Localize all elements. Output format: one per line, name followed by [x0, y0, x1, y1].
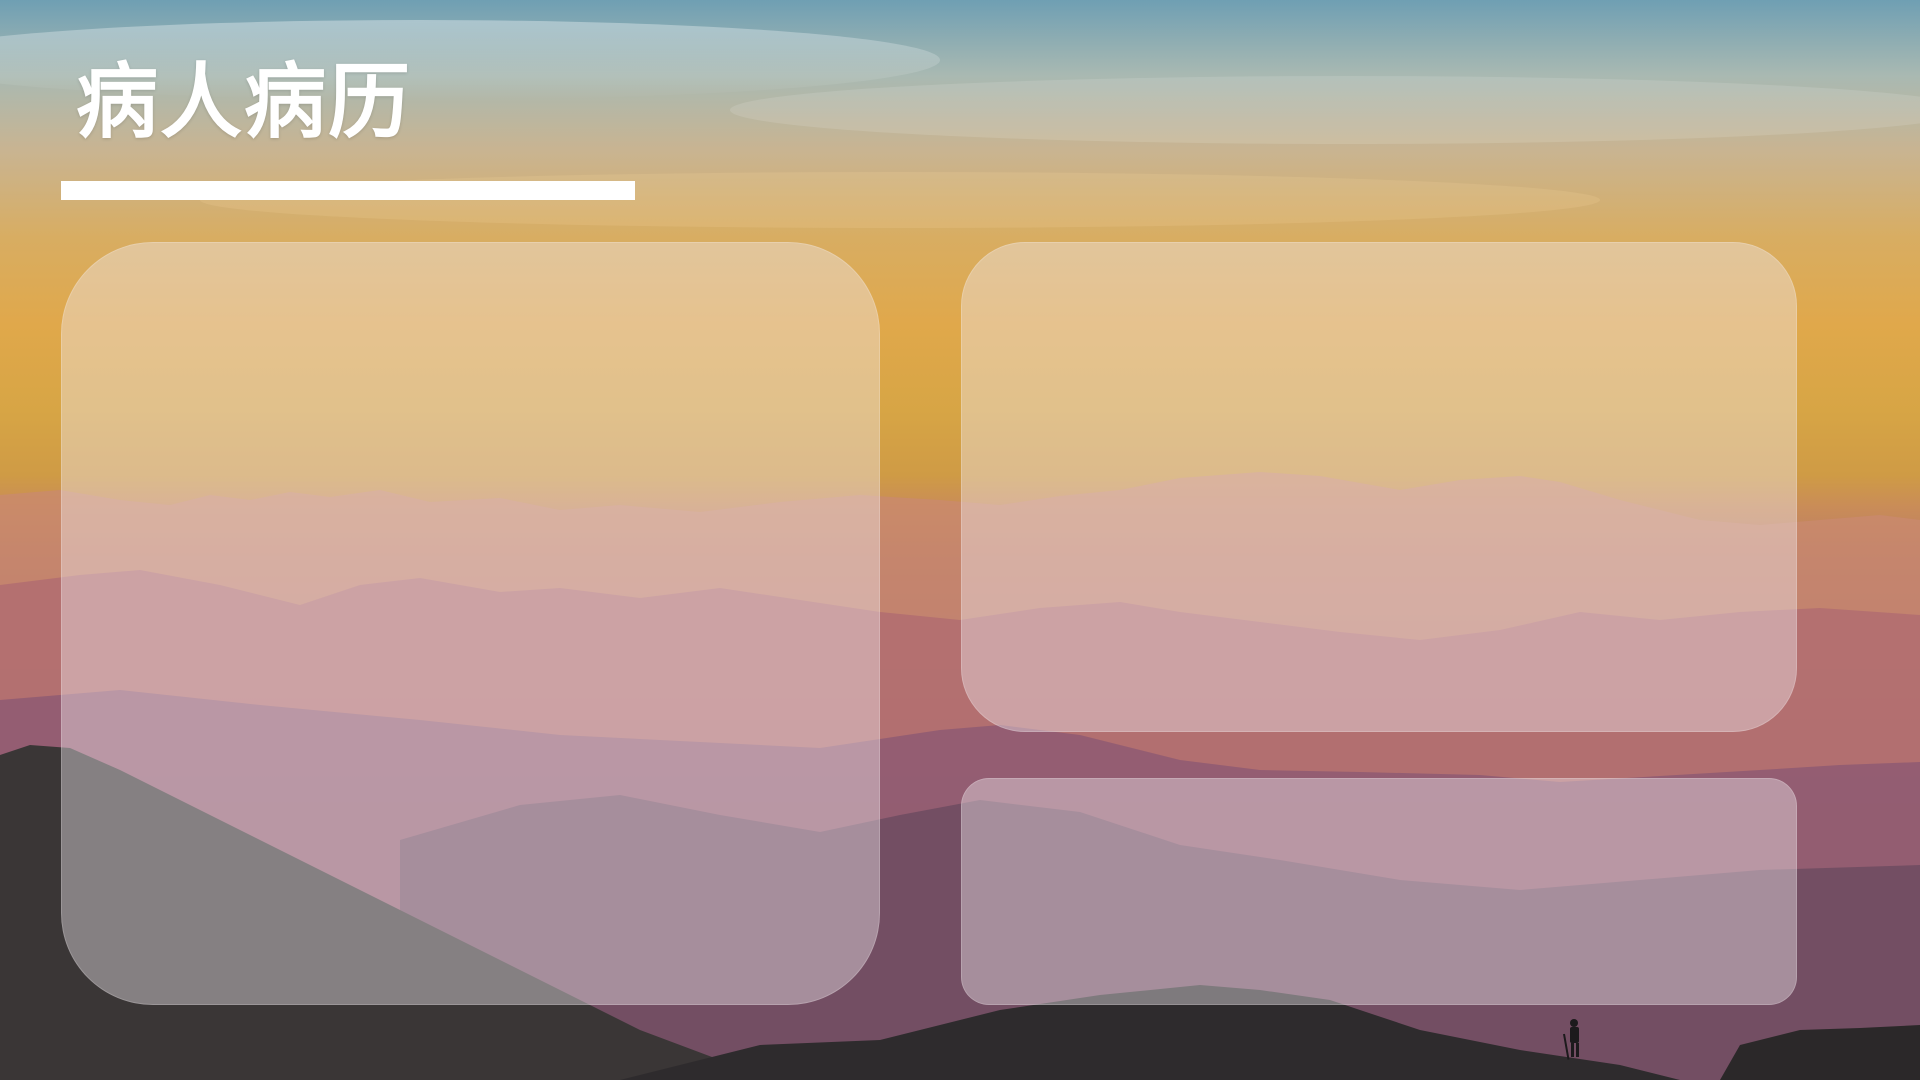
slide-canvas: 病人病历 — [0, 0, 1920, 1080]
content-panel-left — [61, 242, 880, 1005]
cloud-shape — [730, 76, 1920, 144]
content-panel-right-bottom — [961, 778, 1797, 1005]
page-title: 病人病历 — [76, 55, 413, 150]
content-panel-right-top — [961, 242, 1797, 732]
title-underline-bar — [61, 181, 635, 200]
